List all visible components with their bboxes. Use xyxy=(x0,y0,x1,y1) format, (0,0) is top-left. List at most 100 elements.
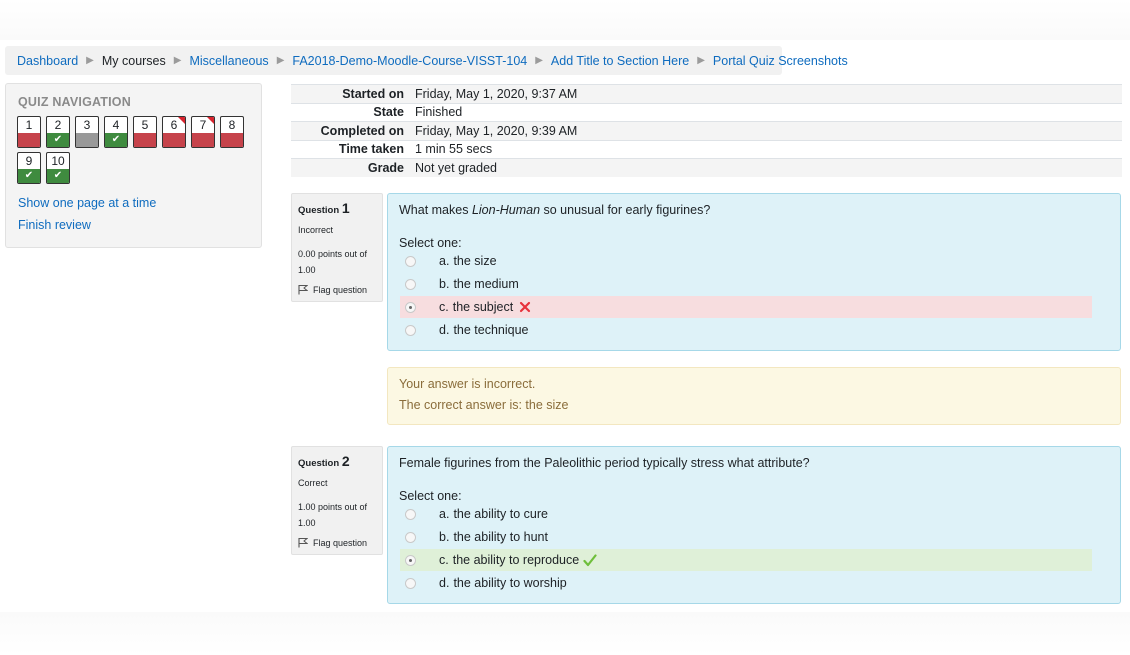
summary-row: State Finished xyxy=(291,102,1122,122)
radio-button[interactable] xyxy=(405,324,416,336)
quiz-nav-button-2[interactable]: 2 ✔ xyxy=(46,116,70,148)
answer-label: c. the ability to reproduce xyxy=(439,553,579,567)
answer-text: the ability to cure xyxy=(453,507,548,521)
question-text: What makes Lion-Human so unusual for ear… xyxy=(399,203,710,217)
radio-button[interactable] xyxy=(405,577,416,589)
answer-option[interactable]: a. the size xyxy=(400,250,1092,272)
question-number: Question 1 xyxy=(298,200,376,216)
question-label: Question xyxy=(298,205,340,216)
answer-text: the medium xyxy=(453,277,519,291)
flag-question-button[interactable]: Flag question xyxy=(298,537,376,548)
breadcrumb-dashboard[interactable]: Dashboard xyxy=(17,54,78,68)
radio-button[interactable] xyxy=(405,255,416,267)
check-icon: ✔ xyxy=(111,134,121,145)
correct-check-icon xyxy=(583,553,597,566)
incorrect-indicator xyxy=(163,133,185,147)
grade-line: 0.00 points out of xyxy=(298,249,368,259)
summary-row: Started on Friday, May 1, 2020, 9:37 AM xyxy=(291,84,1122,103)
question-1-info: Question 1 Incorrect 0.00 points out of … xyxy=(291,193,383,302)
summary-key: Started on xyxy=(342,86,404,101)
show-one-page-link[interactable]: Show one page at a time xyxy=(18,196,156,210)
answer-label: d. the ability to worship xyxy=(439,576,567,590)
radio-button[interactable] xyxy=(405,278,416,290)
breadcrumb-quiz[interactable]: Portal Quiz Screenshots xyxy=(713,54,848,68)
top-band xyxy=(0,0,1130,40)
question-state: Correct xyxy=(298,478,328,488)
quiz-nav-number: 9 xyxy=(25,154,33,168)
answer-label: a. the ability to cure xyxy=(439,507,548,521)
grade-line: 1.00 xyxy=(298,518,316,528)
breadcrumb-separator-icon: ▶ xyxy=(535,55,543,66)
select-one-prompt: Select one: xyxy=(399,489,462,503)
question-text-part: so unusual for early figurines? xyxy=(540,203,711,217)
quiz-nav-button-1[interactable]: 1 xyxy=(17,116,41,148)
answer-option[interactable]: d. the technique xyxy=(400,319,1092,341)
answer-letter: d. xyxy=(439,576,450,590)
summary-key: Time taken xyxy=(338,142,404,157)
answer-option-selected-correct[interactable]: c. the ability to reproduce xyxy=(400,549,1092,571)
flag-question-button[interactable]: Flag question xyxy=(298,284,376,295)
question-2-content: Female figurines from the Paleolithic pe… xyxy=(387,446,1121,604)
quiz-nav-button-5[interactable]: 5 xyxy=(133,116,157,148)
summary-key: Completed on xyxy=(320,123,404,138)
incorrect-indicator xyxy=(221,133,243,147)
quiz-nav-number: 2 xyxy=(54,118,62,132)
answer-letter: d. xyxy=(439,323,450,337)
question-number: Question 2 xyxy=(298,453,376,469)
breadcrumb-miscellaneous[interactable]: Miscellaneous xyxy=(189,54,268,68)
question-1-content: What makes Lion-Human so unusual for ear… xyxy=(387,193,1121,351)
quiz-nav-number: 5 xyxy=(141,118,149,132)
breadcrumb-section[interactable]: Add Title to Section Here xyxy=(551,54,689,68)
bottom-band xyxy=(0,612,1130,655)
question-1-feedback: Your answer is incorrect. The correct an… xyxy=(387,367,1121,425)
summary-value: Friday, May 1, 2020, 9:39 AM xyxy=(415,123,578,138)
incorrect-indicator xyxy=(18,133,40,147)
breadcrumb: Dashboard ▶ My courses ▶ Miscellaneous ▶… xyxy=(5,46,848,75)
not-graded-indicator xyxy=(76,133,98,147)
answer-option-selected-incorrect[interactable]: c. the subject xyxy=(400,296,1092,318)
radio-button[interactable] xyxy=(405,531,416,543)
summary-key: Grade xyxy=(367,160,404,175)
radio-button-selected[interactable] xyxy=(405,301,416,313)
quiz-navigation-title: QUIZ NAVIGATION xyxy=(18,95,131,109)
summary-value: 1 min 55 secs xyxy=(415,142,493,157)
question-grade: 1.00 points out of 1.00 xyxy=(298,499,376,531)
question-text-italic: Lion-Human xyxy=(471,203,541,217)
quiz-nav-number: 4 xyxy=(112,118,120,132)
answer-text: the technique xyxy=(453,323,529,337)
check-icon: ✔ xyxy=(53,170,63,181)
quiz-nav-button-6[interactable]: 6 xyxy=(162,116,186,148)
quiz-nav-button-10[interactable]: 10 ✔ xyxy=(46,152,70,184)
answer-option[interactable]: a. the ability to cure xyxy=(400,503,1092,525)
flag-question-label: Flag question xyxy=(313,537,368,548)
incorrect-indicator xyxy=(134,133,156,147)
question-label: Question xyxy=(298,458,340,469)
answer-option[interactable]: d. the ability to worship xyxy=(400,572,1092,594)
flag-icon xyxy=(177,117,185,125)
answer-text: the ability to reproduce xyxy=(452,553,580,567)
answer-option[interactable]: b. the ability to hunt xyxy=(400,526,1092,548)
quiz-nav-button-7[interactable]: 7 xyxy=(191,116,215,148)
answer-text: the size xyxy=(453,254,497,268)
breadcrumb-course[interactable]: FA2018-Demo-Moodle-Course-VISST-104 xyxy=(292,54,527,68)
select-one-prompt: Select one: xyxy=(399,236,462,250)
answer-label: d. the technique xyxy=(439,323,529,337)
radio-button[interactable] xyxy=(405,508,416,520)
feedback-text: Your answer is incorrect. xyxy=(399,377,536,391)
question-grade: 0.00 points out of 1.00 xyxy=(298,246,376,278)
breadcrumb-separator-icon: ▶ xyxy=(697,55,705,66)
question-state: Incorrect xyxy=(298,225,334,235)
quiz-nav-button-3[interactable]: 3 xyxy=(75,116,99,148)
answer-letter: c. xyxy=(439,553,449,567)
answer-text: the subject xyxy=(452,300,514,314)
question-number-value: 2 xyxy=(341,453,350,469)
answer-option[interactable]: b. the medium xyxy=(400,273,1092,295)
answer-text: the ability to hunt xyxy=(453,530,548,544)
incorrect-x-icon xyxy=(520,301,531,313)
incorrect-indicator xyxy=(192,133,214,147)
quiz-nav-button-4[interactable]: 4 ✔ xyxy=(104,116,128,148)
finish-review-link[interactable]: Finish review xyxy=(18,218,91,232)
quiz-nav-button-8[interactable]: 8 xyxy=(220,116,244,148)
quiz-nav-button-9[interactable]: 9 ✔ xyxy=(17,152,41,184)
radio-button-selected[interactable] xyxy=(405,554,416,566)
